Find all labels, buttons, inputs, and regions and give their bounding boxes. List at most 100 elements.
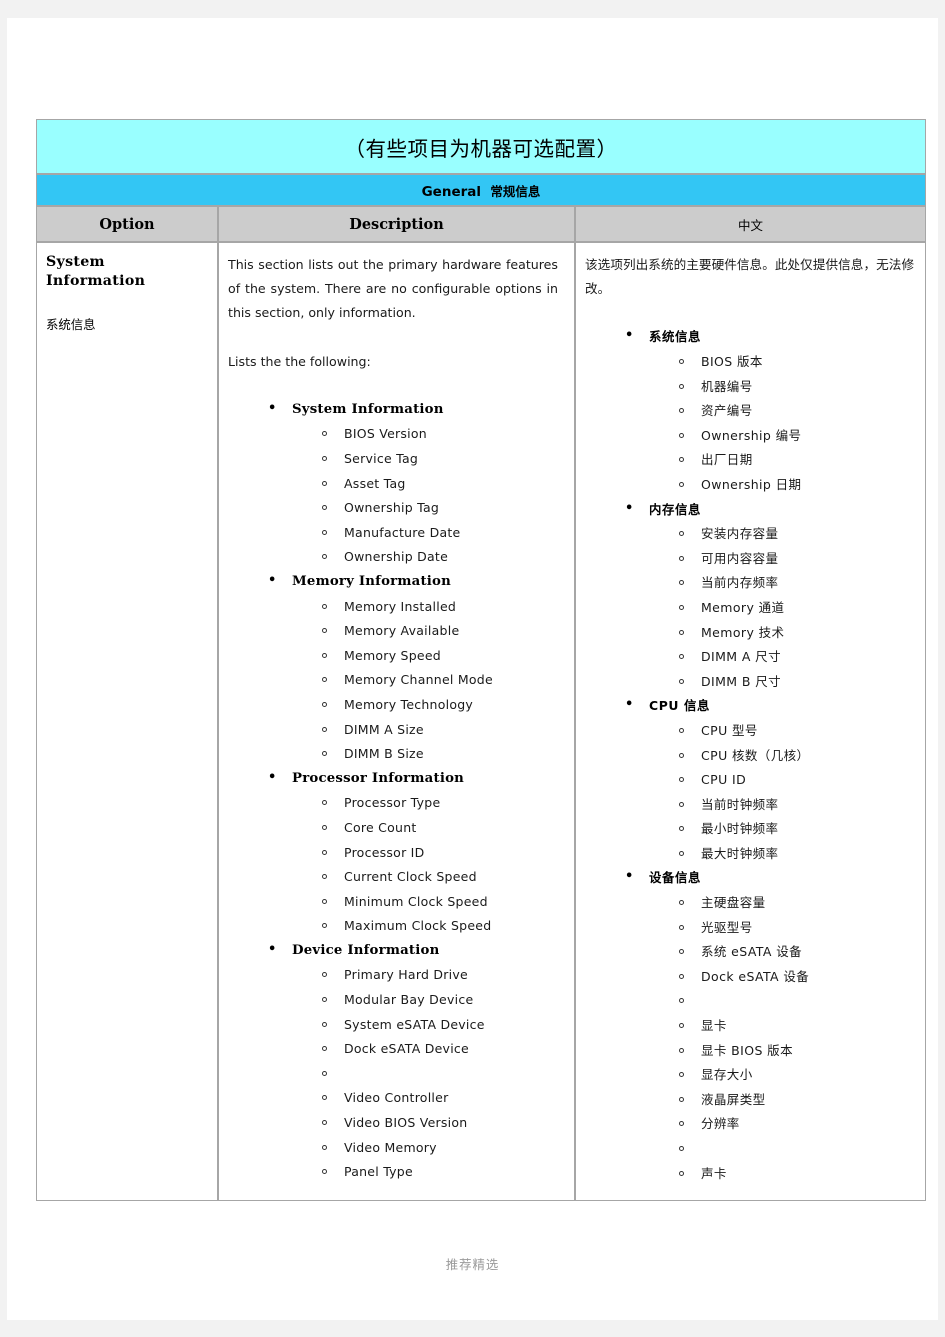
list-item: Maximum Clock Speed	[292, 914, 565, 939]
list-item: System eSATA Device	[292, 1013, 565, 1038]
list-item: 光驱型号	[649, 916, 916, 941]
banner-section-en: General	[421, 183, 481, 200]
bios-options-table: （有些项目为机器可选配置） General 常规信息 Option Descri…	[36, 119, 927, 1202]
list-sub-list: Processor Type Core Count Processor ID Curr…	[292, 791, 565, 939]
list-sub-list: Primary Hard Drive Modular Bay Device Syst…	[292, 963, 565, 1184]
list-item: 显卡 BIOS 版本	[649, 1039, 916, 1064]
list-item: Processor ID	[292, 841, 565, 866]
list-group: Processor Information Processor TypeCore …	[228, 766, 565, 939]
list-item: Video Controller	[292, 1086, 565, 1111]
list-item: Memory Available	[292, 619, 565, 644]
list-item: Memory Channel Mode	[292, 668, 565, 693]
list-sub-list: 安装内存容量 可用内容容量 当前内存频率 Memory 通道 Memory 技术 DIMM…	[649, 522, 916, 694]
list-group: Memory InformationMemory InstalledMemory…	[228, 569, 565, 767]
list-sub-list: CPU 型号 CPU 核数（几核） CPU ID 当前时钟频率 最小时钟频率 最大时钟频率	[649, 719, 916, 867]
list-item: Memory 技术	[649, 621, 916, 646]
list-item: Processor Type	[292, 791, 565, 816]
list-item: Panel Type	[292, 1160, 565, 1185]
list-group-label: 系统信息	[649, 329, 701, 345]
list-item	[649, 1137, 916, 1162]
chinese-group-list: 系统信息 BIOS 版本机器编号资产编号Ownership 编号出厂日期Owner…	[585, 324, 916, 1186]
list-group: 设备信息主硬盘容量光驱型号系统 eSATA 设备Dock eSATA 设备显卡显…	[585, 865, 916, 1186]
list-item: Video Memory	[292, 1136, 565, 1161]
list-item: CPU ID	[649, 768, 916, 793]
list-item: Memory Speed	[292, 644, 565, 669]
column-header-description: Description	[218, 206, 575, 242]
table-row-banner-title: （有些项目为机器可选配置）	[36, 119, 927, 174]
list-item: 最大时钟频率	[649, 842, 916, 867]
list-item: DIMM A Size	[292, 718, 565, 743]
option-title-zh: 系统信息	[46, 317, 96, 333]
description-paragraph-2: Lists the the following:	[228, 353, 371, 369]
list-group-label: System Information	[292, 401, 444, 417]
list-item: Memory 通道	[649, 596, 916, 621]
list-group-label: Device Information	[292, 942, 440, 958]
list-item: Ownership Date	[292, 545, 565, 570]
list-item: CPU 型号	[649, 719, 916, 744]
list-item: 声卡	[649, 1162, 916, 1187]
document-page: （有些项目为机器可选配置） General 常规信息 Option Descri…	[7, 18, 938, 1320]
column-header-option: Option	[36, 206, 218, 242]
chinese-paragraph-1: 该选项列出系统的主要硬件信息。此处仅提供信息，无法修改。	[585, 257, 915, 297]
list-group: 系统信息 BIOS 版本机器编号资产编号Ownership 编号出厂日期Owner…	[585, 324, 916, 498]
list-group-label: Processor Information	[292, 770, 465, 786]
list-item: Manufacture Date	[292, 521, 565, 546]
list-group-label: Memory Information	[292, 573, 451, 589]
list-item: Ownership 日期	[649, 473, 916, 498]
cell-option: System Information 系统信息	[36, 242, 218, 1202]
option-title-en: System Information	[46, 254, 146, 290]
banner-section-zh: 常规信息	[490, 183, 541, 199]
list-group: CPU 信息 CPU 型号CPU 核数（几核）CPU ID当前时钟频率最小时钟频率…	[585, 693, 916, 867]
list-item: 资产编号	[649, 399, 916, 424]
list-group: System Information BIOS VersionService Ta…	[228, 397, 565, 570]
list-item: 当前内存频率	[649, 571, 916, 596]
list-item: 主硬盘容量	[649, 891, 916, 916]
list-group: 内存信息安装内存容量可用内容容量当前内存频率Memory 通道Memory 技术…	[585, 497, 916, 695]
list-item: Current Clock Speed	[292, 865, 565, 890]
chinese-list-spacer	[585, 301, 916, 325]
list-item: Memory Technology	[292, 693, 565, 718]
list-sub-list: Memory Installed Memory Available Memory S…	[292, 595, 565, 767]
list-sub-list: 主硬盘容量 光驱型号 系统 eSATA 设备 Dock eSATA 设备 显卡 显卡 BI…	[649, 891, 916, 1186]
list-item: Service Tag	[292, 447, 565, 472]
cell-chinese: 该选项列出系统的主要硬件信息。此处仅提供信息，无法修改。 系统信息 BIOS 版本…	[575, 242, 927, 1202]
list-item: Minimum Clock Speed	[292, 890, 565, 915]
list-item: Asset Tag	[292, 472, 565, 497]
list-item: 最小时钟频率	[649, 817, 916, 842]
list-group-label: CPU 信息	[649, 698, 710, 714]
column-header-chinese: 中文	[575, 206, 927, 242]
list-item: Dock eSATA Device	[292, 1037, 565, 1062]
list-item: 当前时钟频率	[649, 793, 916, 818]
list-item	[649, 989, 916, 1014]
list-item: 显存大小	[649, 1063, 916, 1088]
list-item: 系统 eSATA 设备	[649, 940, 916, 965]
table-row-header: Option Description 中文	[36, 206, 927, 242]
list-item: Primary Hard Drive	[292, 963, 565, 988]
list-group-label: 设备信息	[649, 870, 701, 886]
list-item: 出厂日期	[649, 448, 916, 473]
list-sub-list: BIOS Version Service Tag Asset Tag Ownershi…	[292, 422, 565, 570]
list-item: Dock eSATA 设备	[649, 965, 916, 990]
cell-description: This section lists out the primary hardw…	[218, 242, 575, 1202]
description-group-list: System Information BIOS VersionService Ta…	[228, 397, 565, 1185]
list-group: Device Information Primary Hard DriveModu…	[228, 938, 565, 1185]
banner-title: （有些项目为机器可选配置）	[36, 119, 927, 174]
list-item: Video BIOS Version	[292, 1111, 565, 1136]
list-item: Modular Bay Device	[292, 988, 565, 1013]
table-row-system-information: System Information 系统信息 This section lis…	[36, 242, 927, 1202]
list-item: 安装内存容量	[649, 522, 916, 547]
list-group-label: 内存信息	[649, 501, 701, 517]
list-item: CPU 核数（几核）	[649, 744, 916, 769]
list-item: BIOS 版本	[649, 350, 916, 375]
list-item: DIMM A 尺寸	[649, 645, 916, 670]
description-paragraph-1: This section lists out the primary hardw…	[228, 257, 558, 321]
table-row-banner-section: General 常规信息	[36, 174, 927, 206]
list-item: Ownership Tag	[292, 496, 565, 521]
list-item	[292, 1062, 565, 1087]
list-sub-list: BIOS 版本 机器编号 资产编号 Ownership 编号 出厂日期 Ownership…	[649, 350, 916, 498]
list-item: Memory Installed	[292, 595, 565, 620]
list-item: DIMM B 尺寸	[649, 670, 916, 695]
list-item: BIOS Version	[292, 422, 565, 447]
